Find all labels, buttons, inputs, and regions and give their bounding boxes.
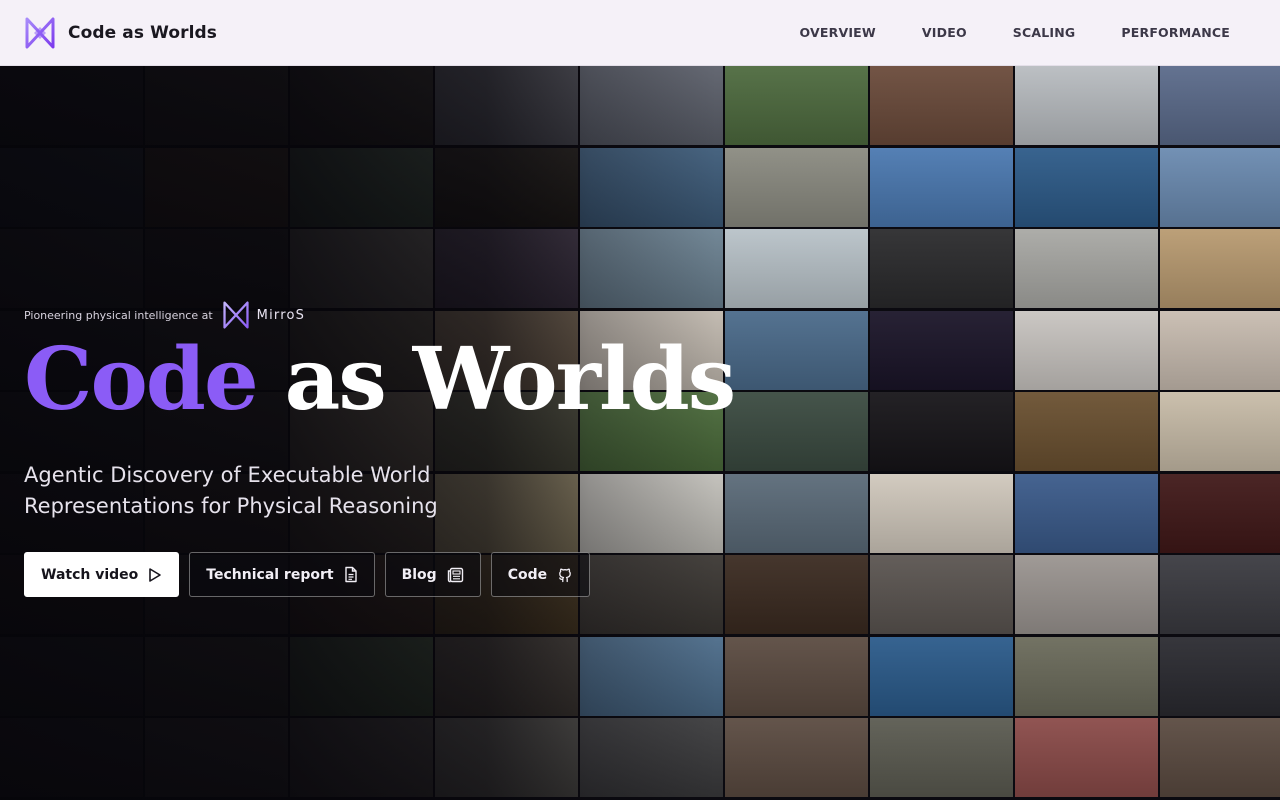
- video-thumbnail[interactable]: [870, 229, 1013, 308]
- video-thumbnail[interactable]: [145, 147, 288, 227]
- video-thumbnail[interactable]: [1015, 310, 1158, 390]
- video-thumbnail[interactable]: [870, 66, 1013, 145]
- video-thumbnail[interactable]: [0, 229, 143, 308]
- video-thumbnail[interactable]: [0, 66, 143, 145]
- video-thumbnail[interactable]: [145, 718, 288, 797]
- video-thumbnail[interactable]: [580, 66, 723, 145]
- video-thumbnail[interactable]: [725, 310, 868, 390]
- hero-subtitle: Agentic Discovery of Executable World Re…: [24, 463, 438, 518]
- partner-name: MirroS: [256, 307, 306, 323]
- nav-link-overview[interactable]: OVERVIEW: [800, 25, 876, 40]
- video-thumbnail[interactable]: [1160, 718, 1280, 797]
- video-thumbnail[interactable]: [435, 636, 578, 716]
- video-thumbnail[interactable]: [1015, 555, 1158, 634]
- top-navbar: Code as Worlds OVERVIEW VIDEO SCALING PE…: [0, 0, 1280, 66]
- brand[interactable]: Code as Worlds: [24, 16, 217, 50]
- hero-title-rest: as Worlds: [284, 329, 737, 430]
- video-thumbnail[interactable]: [870, 473, 1013, 553]
- code-button[interactable]: Code: [490, 552, 591, 597]
- video-thumbnail[interactable]: [1160, 473, 1280, 553]
- brand-name: Code as Worlds: [68, 22, 218, 43]
- nav-link-performance[interactable]: PERFORMANCE: [1121, 25, 1230, 40]
- video-thumbnail[interactable]: [580, 718, 723, 797]
- brand-logo-icon: [25, 17, 55, 48]
- video-thumbnail[interactable]: [870, 636, 1013, 716]
- video-thumbnail[interactable]: [0, 636, 143, 716]
- video-thumbnail[interactable]: [435, 147, 578, 227]
- nav-link-scaling[interactable]: SCALING: [1013, 25, 1076, 40]
- video-thumbnail[interactable]: [1015, 718, 1158, 797]
- video-thumbnail[interactable]: [725, 229, 868, 308]
- video-thumbnail[interactable]: [1015, 147, 1158, 227]
- video-thumbnail[interactable]: [1160, 555, 1280, 634]
- hero-actions: Watch video Technical report Blog Code: [24, 552, 724, 597]
- partner-logo[interactable]: MirroS: [221, 300, 305, 330]
- video-thumbnail[interactable]: [1160, 147, 1280, 227]
- video-thumbnail[interactable]: [870, 310, 1013, 390]
- video-thumbnail[interactable]: [1015, 392, 1158, 471]
- video-thumbnail[interactable]: [725, 473, 868, 553]
- video-thumbnail[interactable]: [1160, 392, 1280, 471]
- video-thumbnail[interactable]: [870, 718, 1013, 797]
- video-thumbnail[interactable]: [290, 229, 433, 308]
- document-icon: [344, 566, 357, 583]
- video-thumbnail[interactable]: [435, 718, 578, 797]
- video-thumbnail[interactable]: [725, 718, 868, 797]
- video-thumbnail[interactable]: [725, 392, 868, 471]
- video-thumbnail[interactable]: [580, 636, 723, 716]
- video-thumbnail[interactable]: [1160, 310, 1280, 390]
- hero-title-highlight: Code: [24, 329, 259, 430]
- video-thumbnail[interactable]: [0, 718, 143, 797]
- video-thumbnail[interactable]: [1015, 473, 1158, 553]
- video-thumbnail[interactable]: [1015, 229, 1158, 308]
- video-thumbnail[interactable]: [580, 147, 723, 227]
- video-thumbnail[interactable]: [725, 66, 868, 145]
- video-thumbnail[interactable]: [290, 66, 433, 145]
- video-thumbnail[interactable]: [1160, 66, 1280, 145]
- nav-links: OVERVIEW VIDEO SCALING PERFORMANCE: [800, 25, 1256, 40]
- video-thumbnail[interactable]: [725, 147, 868, 227]
- video-thumbnail[interactable]: [435, 229, 578, 308]
- github-icon: [559, 568, 571, 582]
- eyebrow-text: Pioneering physical intelligence at: [24, 308, 213, 322]
- hero-eyebrow: Pioneering physical intelligence at Mirr…: [24, 300, 724, 330]
- blog-button[interactable]: Blog: [384, 552, 481, 597]
- mirros-logo-icon: [223, 301, 249, 329]
- video-thumbnail[interactable]: [1160, 229, 1280, 308]
- play-icon: [149, 567, 162, 582]
- news-icon: [447, 567, 463, 582]
- technical-report-label: Technical report: [206, 566, 334, 583]
- watch-video-label: Watch video: [41, 566, 139, 583]
- video-thumbnail[interactable]: [580, 229, 723, 308]
- video-thumbnail[interactable]: [290, 147, 433, 227]
- video-thumbnail[interactable]: [725, 555, 868, 634]
- video-thumbnail[interactable]: [145, 636, 288, 716]
- watch-video-button[interactable]: Watch video: [24, 552, 180, 597]
- video-thumbnail[interactable]: [290, 718, 433, 797]
- video-thumbnail[interactable]: [145, 229, 288, 308]
- video-thumbnail[interactable]: [725, 636, 868, 716]
- video-thumbnail[interactable]: [1015, 66, 1158, 145]
- video-thumbnail[interactable]: [290, 636, 433, 716]
- video-thumbnail[interactable]: [145, 66, 288, 145]
- video-thumbnail[interactable]: [870, 147, 1013, 227]
- video-thumbnail[interactable]: [870, 555, 1013, 634]
- hero-title: Code as Worlds: [24, 334, 736, 426]
- video-thumbnail[interactable]: [435, 66, 578, 145]
- hero: Pioneering physical intelligence at Mirr…: [24, 300, 736, 597]
- video-thumbnail[interactable]: [1015, 636, 1158, 716]
- video-thumbnail[interactable]: [0, 147, 143, 227]
- code-label: Code: [507, 566, 548, 583]
- video-thumbnail[interactable]: [870, 392, 1013, 471]
- nav-link-video[interactable]: VIDEO: [922, 25, 967, 40]
- video-thumbnail[interactable]: [1160, 636, 1280, 716]
- blog-label: Blog: [401, 566, 437, 583]
- technical-report-button[interactable]: Technical report: [189, 552, 375, 597]
